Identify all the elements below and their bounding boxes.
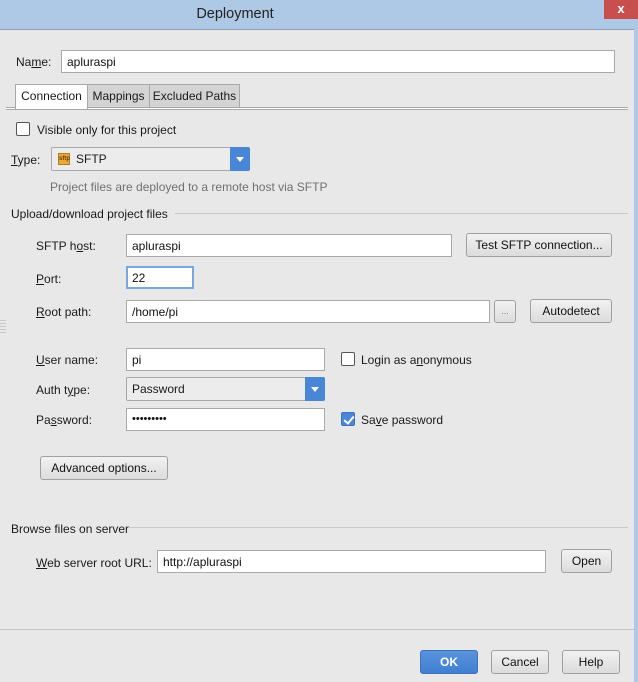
login-anonymous-checkbox[interactable] — [341, 352, 355, 366]
port-input[interactable] — [126, 266, 194, 289]
user-name-input[interactable] — [126, 348, 325, 371]
window-title: Deployment — [196, 6, 274, 22]
window-border — [634, 29, 638, 682]
advanced-options-button[interactable]: Advanced options... — [40, 456, 168, 480]
cancel-button[interactable]: Cancel — [491, 650, 549, 674]
save-password-checkbox[interactable] — [341, 412, 355, 426]
save-password-label: Save password — [361, 413, 444, 427]
auth-type-select[interactable]: Password — [126, 377, 325, 401]
sftp-icon: sftp — [58, 153, 70, 165]
sftp-host-label: SFTP host: — [36, 239, 96, 253]
help-button[interactable]: Help — [562, 650, 620, 674]
root-path-input[interactable] — [126, 300, 490, 323]
visible-only-checkbox[interactable] — [16, 122, 30, 136]
type-hint: Project files are deployed to a remote h… — [50, 180, 328, 194]
auth-type-select-value: Password — [132, 382, 185, 396]
close-button[interactable]: x — [604, 0, 638, 19]
password-input[interactable]: ••••••••• — [126, 408, 325, 431]
name-input[interactable] — [61, 50, 615, 73]
footer-divider — [0, 629, 634, 630]
sftp-host-input[interactable] — [126, 234, 452, 257]
type-label: Type: — [11, 153, 41, 167]
upload-section-divider — [175, 213, 628, 214]
user-name-label: User name: — [36, 353, 99, 367]
chevron-down-icon — [230, 147, 250, 171]
type-select[interactable]: SFTP — [51, 147, 250, 171]
login-anonymous-label: Login as anonymous — [361, 353, 472, 367]
tab-connection[interactable]: Connection — [15, 84, 88, 109]
title-bar[interactable]: Deployment x — [0, 0, 638, 29]
test-sftp-connection-button[interactable]: Test SFTP connection... — [466, 233, 612, 257]
tab-panel-border — [6, 107, 628, 110]
password-label: Password: — [36, 413, 93, 427]
chevron-down-icon — [305, 377, 325, 401]
upload-section-title: Upload/download project files — [11, 207, 168, 221]
tab-excluded-paths[interactable]: Excluded Paths — [149, 84, 240, 108]
type-select-value: SFTP — [76, 152, 107, 166]
close-icon: x — [617, 1, 625, 16]
port-label: Port: — [36, 272, 62, 286]
name-label: Name: — [16, 55, 52, 69]
visible-only-label: Visible only for this project — [37, 123, 177, 137]
autodetect-button[interactable]: Autodetect — [530, 299, 612, 323]
web-root-url-input[interactable] — [157, 550, 546, 573]
auth-type-label: Auth type: — [36, 383, 91, 397]
ok-button[interactable]: OK — [420, 650, 478, 674]
browse-section-divider — [128, 527, 628, 528]
web-root-url-label: Web server root URL: — [36, 556, 152, 570]
resize-grip[interactable] — [0, 320, 6, 334]
root-path-label: Root path: — [36, 305, 92, 319]
open-button[interactable]: Open — [561, 549, 612, 573]
tab-mappings[interactable]: Mappings — [87, 84, 150, 108]
browse-section-title: Browse files on server — [11, 522, 130, 536]
browse-root-path-button[interactable]: ... — [494, 300, 516, 323]
